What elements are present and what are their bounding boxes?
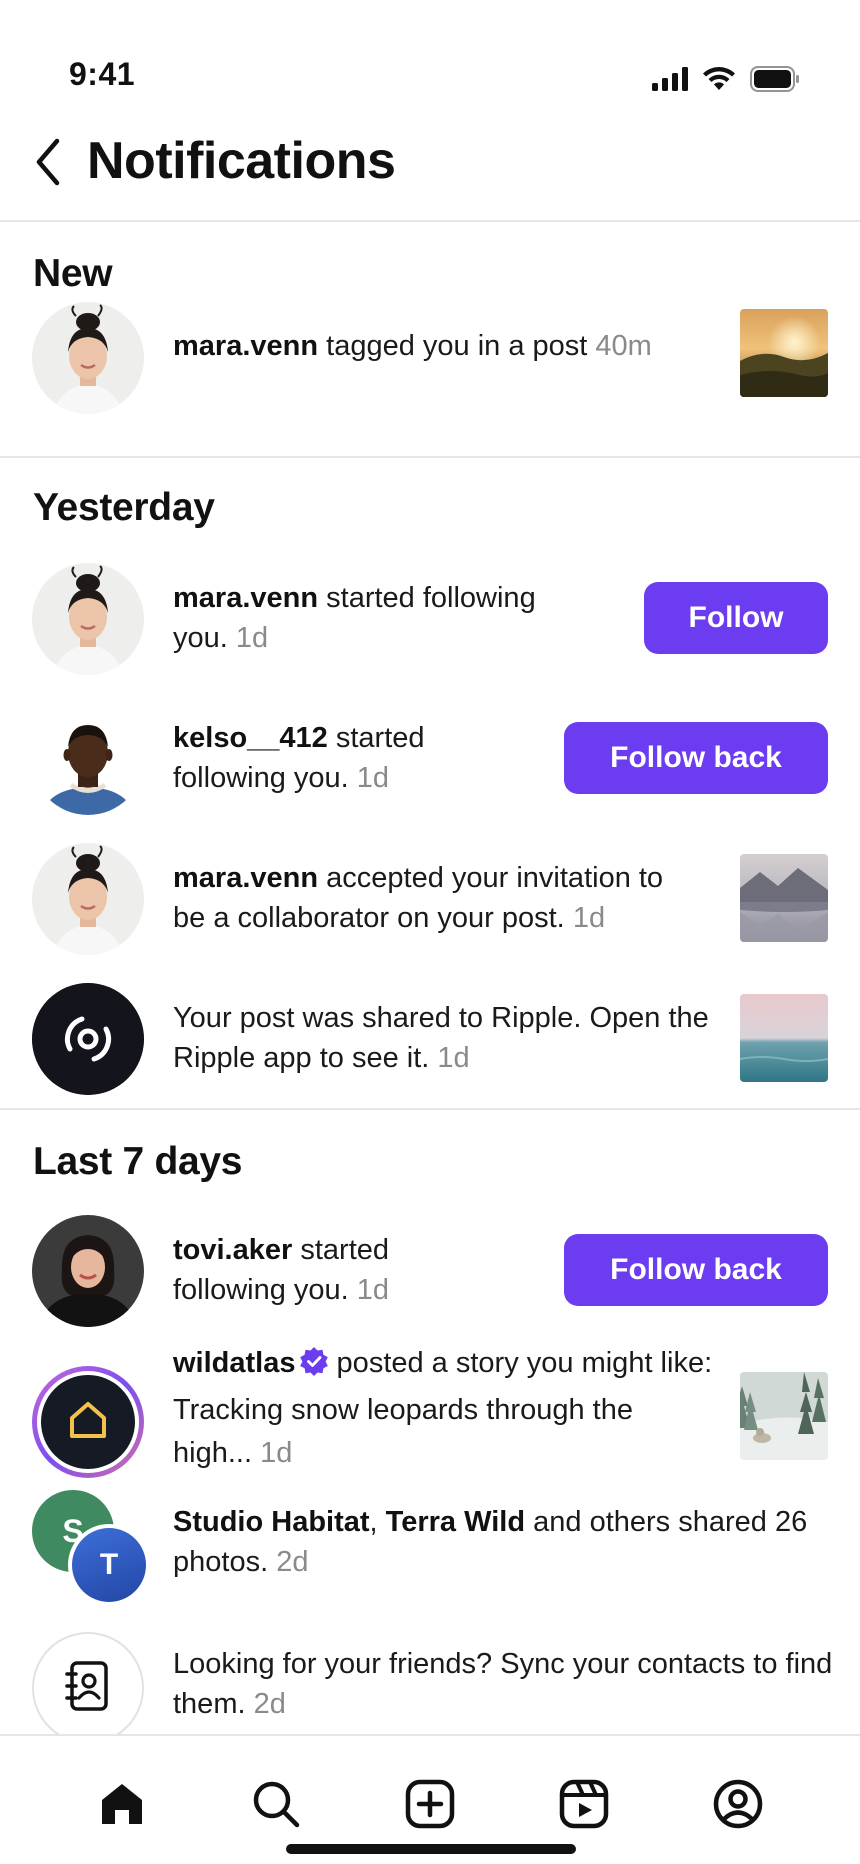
header: Notifications xyxy=(0,120,860,222)
create-icon xyxy=(405,1779,455,1834)
reels-icon xyxy=(559,1779,609,1834)
post-thumbnail-sunset[interactable] xyxy=(740,309,828,397)
nav-profile[interactable] xyxy=(708,1776,768,1836)
nav-home[interactable] xyxy=(92,1776,152,1836)
notification-text: kelso__412 started following you. 1d xyxy=(173,722,425,794)
username[interactable]: kelso__412 xyxy=(173,722,328,754)
notification-text: tovi.aker started following you. 1d xyxy=(173,1234,390,1306)
timestamp: 1d xyxy=(235,622,269,654)
status-icons xyxy=(652,66,800,97)
nav-create[interactable] xyxy=(400,1776,460,1836)
search-icon xyxy=(251,1779,301,1834)
wildatlas-avatar-story-ring[interactable] xyxy=(32,1366,144,1478)
chevron-left-icon xyxy=(33,137,63,192)
notification-row[interactable]: tovi.aker started following you. 1d Foll… xyxy=(0,1204,860,1334)
username[interactable]: mara.venn xyxy=(173,862,318,894)
home-icon xyxy=(98,1780,146,1833)
follow-button[interactable]: Follow xyxy=(644,582,828,654)
avatar-tovi[interactable] xyxy=(32,1215,144,1327)
timestamp: 40m xyxy=(595,330,652,362)
wifi-icon xyxy=(702,66,736,97)
section-divider xyxy=(0,1108,860,1110)
follow-back-button[interactable]: Follow back xyxy=(564,1234,828,1306)
timestamp: 2d xyxy=(253,1688,286,1720)
wildatlas-avatar xyxy=(41,1375,135,1469)
avatar-kelso[interactable] xyxy=(32,703,144,815)
status-time: 9:41 xyxy=(69,56,136,92)
back-button[interactable] xyxy=(28,134,68,194)
notification-text: wildatlas posted a story you might like:… xyxy=(173,1346,713,1469)
username[interactable]: Terra Wild xyxy=(386,1506,525,1538)
notification-text: Studio Habitat, Terra Wild and others sh… xyxy=(173,1506,808,1578)
nav-search[interactable] xyxy=(246,1776,306,1836)
follow-back-button[interactable]: Follow back xyxy=(564,722,828,794)
notification-row[interactable]: mara.venn accepted your invitation to be… xyxy=(0,832,860,962)
username[interactable]: Studio Habitat xyxy=(173,1506,370,1538)
notification-text: mara.venn started following you. 1d xyxy=(173,582,536,654)
timestamp: 1d xyxy=(260,1437,293,1469)
notification-row[interactable]: kelso__412 started following you. 1d Fol… xyxy=(0,692,860,822)
profile-icon xyxy=(712,1778,764,1835)
section-divider xyxy=(0,456,860,458)
notification-text: mara.venn tagged you in a post 40m xyxy=(173,330,652,362)
notification-row[interactable]: Your post was shared to Ripple. Open the… xyxy=(0,972,860,1102)
notification-text: Your post was shared to Ripple. Open the… xyxy=(173,1002,709,1074)
avatar-mara[interactable] xyxy=(32,843,144,955)
contacts-avatar[interactable] xyxy=(32,1632,144,1734)
avatar-terra-wild-ring: T xyxy=(68,1524,150,1606)
notifications-feed[interactable]: New mara.venn tagged you in a post 40m Y… xyxy=(0,222,860,1734)
story-thumbnail-snow-leopard[interactable] xyxy=(740,1372,828,1460)
timestamp: 1d xyxy=(356,762,390,794)
avatar-ring-gap xyxy=(37,1371,139,1473)
notification-row[interactable]: mara.venn started following you. 1d Foll… xyxy=(0,552,860,682)
username[interactable]: tovi.aker xyxy=(173,1234,292,1266)
house-icon xyxy=(66,1398,110,1447)
avatar-terra-wild[interactable]: T xyxy=(72,1528,146,1602)
verified-badge-icon xyxy=(299,1346,329,1389)
username[interactable]: mara.venn xyxy=(173,582,318,614)
avatar-mara[interactable] xyxy=(32,302,144,414)
notification-text: Looking for your friends? Sync your cont… xyxy=(173,1648,833,1720)
username[interactable]: mara.venn xyxy=(173,330,318,362)
notification-row[interactable]: mara.venn tagged you in a post 40m xyxy=(0,272,860,414)
timestamp: 1d xyxy=(437,1042,470,1074)
timestamp: 1d xyxy=(356,1274,390,1306)
post-thumbnail-lake[interactable] xyxy=(740,854,828,942)
username[interactable]: wildatlas xyxy=(173,1347,296,1379)
page-title: Notifications xyxy=(87,132,396,190)
timestamp: 2d xyxy=(276,1546,309,1578)
section-title-last-7-days: Last 7 days xyxy=(33,1140,243,1183)
battery-icon xyxy=(750,66,800,97)
timestamp: 1d xyxy=(572,902,606,934)
notification-row[interactable]: Looking for your friends? Sync your cont… xyxy=(0,1632,860,1734)
notification-text: mara.venn accepted your invitation to be… xyxy=(173,862,664,934)
ripple-avatar[interactable] xyxy=(32,983,144,1095)
avatar-mara[interactable] xyxy=(32,563,144,675)
section-title-yesterday: Yesterday xyxy=(33,486,215,529)
contacts-book-icon xyxy=(64,1660,112,1717)
home-indicator xyxy=(286,1844,576,1854)
nav-reels[interactable] xyxy=(554,1776,614,1836)
bottom-navigation xyxy=(0,1734,860,1864)
notification-row[interactable]: wildatlas posted a story you might like:… xyxy=(0,1342,860,1492)
notification-row[interactable]: S T Studio Habitat, Terra Wild and other… xyxy=(0,1490,860,1620)
cellular-signal-icon xyxy=(652,67,688,96)
status-bar: 9:41 xyxy=(0,0,860,110)
post-thumbnail-sea[interactable] xyxy=(740,994,828,1082)
